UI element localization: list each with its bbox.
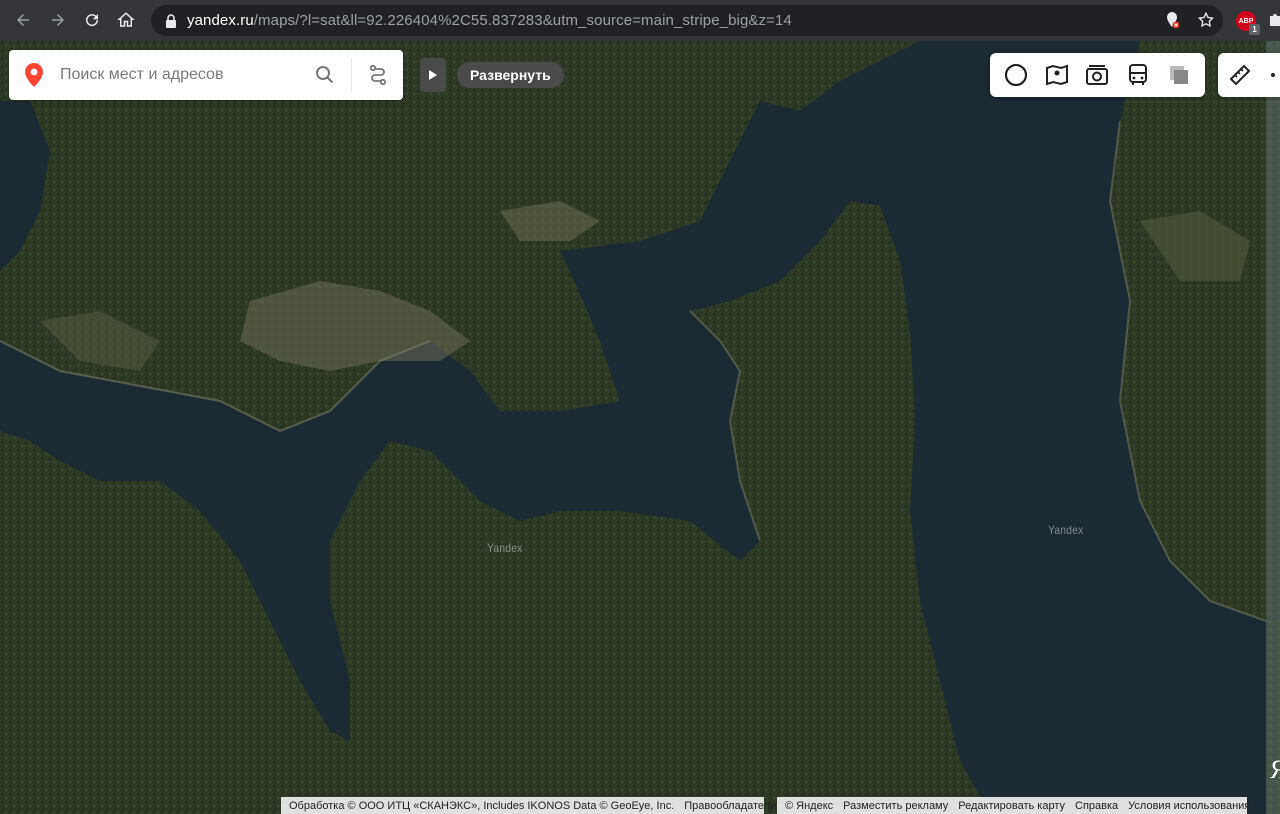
search-panel (9, 50, 403, 100)
satellite-imagery (0, 41, 1280, 814)
reload-icon (86, 14, 99, 27)
search-input[interactable] (60, 66, 300, 84)
tools-panel (1218, 53, 1280, 97)
layers-button[interactable] (1164, 60, 1194, 90)
yandex-copyright: © Яндекс (785, 799, 834, 812)
transit-button[interactable] (1123, 60, 1153, 90)
map-canvas[interactable]: Yandex Yandex (0, 41, 1280, 814)
browser-toolbar: yandex.ru/maps/?l=sat&ll=92.226404%2C55.… (0, 0, 1280, 41)
more-icon[interactable] (1271, 73, 1275, 77)
layers-icon (1169, 66, 1188, 84)
transit-icon (1129, 64, 1148, 85)
play-triangle-icon (429, 70, 437, 80)
lock-icon (166, 13, 176, 28)
map-pin-icon (25, 63, 43, 87)
advertise-link[interactable]: Разместить рекламу (843, 800, 948, 812)
map-layers-panel (990, 53, 1205, 97)
home-button[interactable] (109, 3, 143, 37)
panoramas-button[interactable] (1042, 60, 1072, 90)
edit-map-link[interactable]: Редактировать карту (958, 800, 1065, 812)
traffic-icon (1005, 63, 1028, 87)
url-host: yandex.ru (187, 12, 254, 29)
route-icon[interactable] (366, 63, 390, 87)
url-path: /maps/?l=sat&ll=92.226404%2C55.837283&ut… (253, 12, 792, 29)
photos-button[interactable] (1082, 60, 1112, 90)
help-link[interactable]: Справка (1075, 800, 1118, 812)
back-button[interactable] (6, 3, 40, 37)
forward-button[interactable] (41, 3, 75, 37)
map-edge-strip (1266, 41, 1280, 814)
adblock-extension-icon[interactable]: ABP 1 (1236, 11, 1260, 35)
expand-button[interactable]: Развернуть (457, 62, 564, 88)
bookmark-star-icon[interactable] (1197, 11, 1215, 29)
imagery-copyright: Обработка © ООО ИТЦ «СКАНЭКС», Includes … (281, 797, 776, 814)
adblock-badge: 1 (1249, 24, 1260, 35)
url-text: yandex.ru/maps/?l=sat&ll=92.226404%2C55.… (187, 12, 792, 29)
terms-link[interactable]: Условия использования (1128, 800, 1250, 812)
reload-button[interactable] (75, 3, 109, 37)
ruler-icon[interactable] (1228, 63, 1252, 87)
yandex-logo: Я (1270, 755, 1280, 784)
map-watermark: Yandex (1048, 523, 1084, 537)
rights-holders-link[interactable]: Правообладатели (684, 800, 776, 812)
yandex-footer: © Яндекс Разместить рекламу Редактироват… (777, 797, 1250, 814)
panel-toggle-button[interactable] (420, 58, 446, 92)
imagery-credits: Обработка © ООО ИТЦ «СКАНЭКС», Includes … (289, 799, 675, 812)
location-blocked-icon[interactable] (1163, 11, 1181, 29)
photos-icon (1086, 65, 1109, 85)
extensions-puzzle-icon[interactable] (1268, 12, 1280, 28)
traffic-button[interactable] (1001, 60, 1031, 90)
map-watermark: Yandex (487, 541, 523, 555)
forward-arrow-icon (52, 14, 64, 26)
search-divider (351, 58, 352, 92)
address-bar[interactable]: yandex.ru/maps/?l=sat&ll=92.226404%2C55.… (151, 5, 1223, 36)
back-arrow-icon (17, 14, 29, 26)
panoramas-icon (1045, 64, 1068, 86)
search-icon[interactable] (315, 65, 335, 85)
home-icon (117, 12, 135, 27)
